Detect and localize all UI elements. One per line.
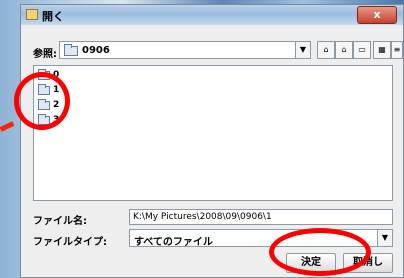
new-folder-icon[interactable]: ▭ [353, 41, 371, 59]
annotation-circle [269, 228, 371, 276]
title-bar: 開く x [21, 5, 403, 25]
window-title: 開く [42, 10, 64, 23]
look-in-value: 0906 [82, 45, 110, 56]
look-in-label: 参照: [33, 49, 57, 60]
close-button[interactable]: x [357, 6, 397, 24]
filetype-label: ファイルタイプ: [33, 237, 107, 248]
home-icon[interactable]: ⌂ [335, 41, 353, 59]
look-in-combo[interactable]: 0906 ▼ [59, 41, 311, 59]
folder-icon [64, 44, 78, 56]
annotation-circle [14, 72, 70, 130]
filetype-value: すべてのファイル [134, 237, 213, 248]
filename-field[interactable] [129, 209, 393, 225]
up-folder-icon[interactable]: ⌂ [317, 41, 335, 59]
chevron-down-icon[interactable]: ▼ [377, 230, 392, 246]
file-list[interactable]: 0 1 2 3 [33, 65, 393, 201]
list-view-icon[interactable]: ▦ [373, 41, 391, 59]
filename-label: ファイル名: [33, 216, 87, 227]
chevron-down-icon[interactable]: ▼ [295, 42, 310, 58]
details-view-icon[interactable]: ≡ [391, 41, 403, 59]
app-icon [26, 9, 38, 20]
